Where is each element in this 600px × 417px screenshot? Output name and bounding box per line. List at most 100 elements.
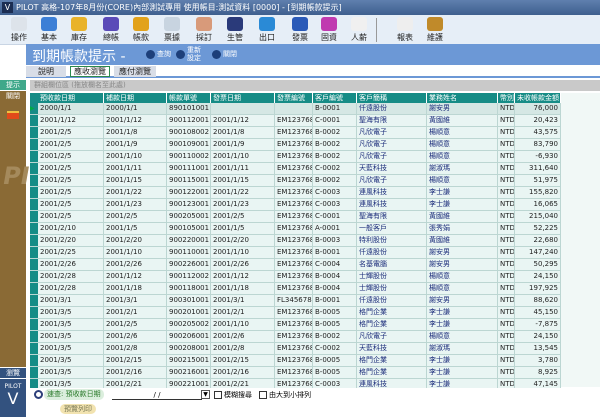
table-cell: NTD bbox=[500, 211, 515, 222]
table-cell: 2001/2/26 bbox=[211, 259, 275, 270]
toolbar-button-12[interactable]: 報表 bbox=[390, 17, 420, 43]
table-cell: 900226001 bbox=[169, 259, 211, 270]
row-indicator[interactable] bbox=[30, 259, 38, 270]
sidebar-close[interactable]: 關閉 bbox=[0, 91, 26, 101]
toolbar-button-3[interactable]: 總帳 bbox=[96, 17, 126, 43]
tab-receivable[interactable]: 應收瀏覽 bbox=[70, 66, 110, 77]
table-row[interactable]: 2001/2/26 2001/2/26 900226001 2001/2/26 EM12… bbox=[30, 259, 561, 271]
toolbar-button-0[interactable]: 操作 bbox=[4, 17, 34, 43]
table-row[interactable]: 2001/1/12 2001/1/12 900112001 2001/1/12 EM12… bbox=[30, 115, 561, 127]
table-cell: 2001/2/5 bbox=[104, 211, 167, 222]
table-row[interactable]: 2001/3/5 2001/2/6 900206001 2001/2/6 EM12376… bbox=[30, 331, 561, 343]
row-indicator[interactable] bbox=[30, 211, 38, 222]
toolbar-button-11[interactable]: 人薪 bbox=[344, 17, 374, 43]
table-row[interactable]: 2001/3/1 2001/3/1 900301001 2001/3/1 FL34567… bbox=[30, 295, 561, 307]
column-header[interactable]: 發票編號 bbox=[275, 93, 313, 103]
row-indicator[interactable] bbox=[30, 307, 38, 318]
row-indicator[interactable] bbox=[30, 283, 38, 294]
table-cell: 2001/1/10 bbox=[211, 151, 275, 162]
row-indicator[interactable] bbox=[30, 115, 38, 126]
column-header[interactable]: 補款日期 bbox=[104, 93, 167, 103]
tab-description[interactable]: 說明 bbox=[26, 66, 66, 77]
table-cell: 2001/2/5 bbox=[104, 319, 167, 330]
table-cell: EM12376803 bbox=[275, 139, 313, 150]
query-button[interactable]: 查詢 bbox=[146, 49, 171, 59]
column-header[interactable]: 發票日期 bbox=[211, 93, 275, 103]
dropdown-button[interactable]: ▼ bbox=[201, 390, 210, 399]
row-indicator[interactable] bbox=[30, 319, 38, 330]
table-row[interactable]: 2001/3/5 2001/2/5 900205002 2001/1/10 EM1237… bbox=[30, 319, 561, 331]
row-indicator[interactable] bbox=[30, 355, 38, 366]
row-indicator[interactable] bbox=[30, 175, 38, 186]
table-row[interactable]: 2001/2/25 2001/1/10 900110001 2001/1/10 EM12… bbox=[30, 247, 561, 259]
date-input[interactable]: / / bbox=[112, 390, 202, 400]
sidebar-hint[interactable]: 提示 bbox=[0, 80, 26, 90]
row-indicator[interactable] bbox=[30, 93, 38, 103]
column-header[interactable]: 帳款單號 bbox=[167, 93, 211, 103]
sidebar-browse[interactable]: 瀏覽 bbox=[0, 368, 26, 378]
table-header[interactable]: 預收款日期 補款日期 帳款單號 發票日期 發票編號 客戶編號 客戶簡稱 業務姓名 幣別 未收帳款金… bbox=[30, 93, 561, 103]
toolbar-button-2[interactable]: 庫存 bbox=[64, 17, 94, 43]
table-row[interactable]: 2001/2/10 2001/1/5 900105001 2001/1/5 EM1237… bbox=[30, 223, 561, 235]
column-header[interactable]: 客戶編號 bbox=[313, 93, 357, 103]
table-row[interactable]: 2001/3/5 2001/2/8 900208001 2001/2/8 EM12376… bbox=[30, 343, 561, 355]
row-indicator[interactable] bbox=[30, 151, 38, 162]
tab-payable[interactable]: 應付瀏覽 bbox=[114, 66, 156, 77]
fuzzy-search-checkbox[interactable]: 模糊搜尋 bbox=[214, 390, 252, 400]
column-header[interactable]: 幣別 bbox=[498, 93, 515, 103]
row-indicator[interactable] bbox=[30, 127, 38, 138]
toolbar-button-7[interactable]: 生管 bbox=[220, 17, 250, 43]
row-indicator[interactable] bbox=[30, 271, 38, 282]
row-indicator[interactable] bbox=[30, 295, 38, 306]
table-cell: 2001/2/20 bbox=[211, 235, 275, 246]
toolbar-button-10[interactable]: 固資 bbox=[314, 17, 344, 43]
row-indicator[interactable] bbox=[30, 247, 38, 258]
column-header[interactable]: 未收帳款金額 bbox=[515, 93, 561, 103]
table-row[interactable]: 2001/2/28 2001/1/18 900118001 2001/1/18 EM12… bbox=[30, 283, 561, 295]
row-indicator[interactable] bbox=[30, 187, 38, 198]
close-button[interactable]: 關閉 bbox=[212, 49, 237, 59]
table-row[interactable]: 2001/2/5 2001/1/9 900109001 2001/1/9 EM12376… bbox=[30, 139, 561, 151]
search-icon[interactable] bbox=[34, 390, 43, 399]
table-cell: 聖海有限 bbox=[357, 211, 427, 222]
table-row[interactable]: 2001/2/5 2001/1/15 900115001 2001/1/15 EM123… bbox=[30, 175, 561, 187]
toolbar-button-13[interactable]: 維護 bbox=[420, 17, 450, 43]
table-cell: NTD bbox=[500, 307, 515, 318]
table-row[interactable]: 2001/3/5 2001/2/16 900216001 2001/2/16 EM123… bbox=[30, 367, 561, 379]
toolbar-button-5[interactable]: 票據 bbox=[157, 17, 187, 43]
table-row[interactable]: 2001/2/5 2001/1/23 900123001 2001/1/23 EM123… bbox=[30, 199, 561, 211]
print-preview-button[interactable]: 預覽列印 bbox=[60, 404, 96, 414]
toolbar-button-9[interactable]: 發票 bbox=[285, 17, 315, 43]
table-row[interactable]: ▶ 2000/1/1 2000/1/1 890101001 B-0001 仟遠股份 謝安男 N… bbox=[30, 103, 561, 115]
table-row[interactable]: 2001/2/5 2001/1/10 900110002 2001/1/10 EM123… bbox=[30, 151, 561, 163]
row-indicator[interactable] bbox=[30, 223, 38, 234]
row-indicator[interactable] bbox=[30, 163, 38, 174]
table-row[interactable]: 2001/2/5 2001/2/5 900205001 2001/2/5 EM12376… bbox=[30, 211, 561, 223]
row-indicator[interactable]: ▶ bbox=[30, 103, 38, 114]
table-row[interactable]: 2001/2/28 2001/1/12 900112002 2001/1/12 EM12… bbox=[30, 271, 561, 283]
reset-button[interactable]: 重新設定 bbox=[176, 46, 208, 62]
table-row[interactable]: 2001/2/5 2001/1/11 900111001 2001/1/11 EM123… bbox=[30, 163, 561, 175]
toolbar-button-1[interactable]: 基本 bbox=[34, 17, 64, 43]
toolbar-button-6[interactable]: 採訂 bbox=[189, 17, 219, 43]
table-row[interactable]: 2001/2/5 2001/1/8 900108002 2001/1/8 EM12376… bbox=[30, 127, 561, 139]
table-row[interactable]: 2001/2/5 2001/1/22 900122001 2001/1/22 EM123… bbox=[30, 187, 561, 199]
row-indicator[interactable] bbox=[30, 343, 38, 354]
table-row[interactable]: 2001/2/20 2001/2/20 900220001 2001/2/20 EM12… bbox=[30, 235, 561, 247]
descending-checkbox[interactable]: 由大到小排列 bbox=[259, 390, 311, 400]
table-cell: 900205001 bbox=[169, 211, 211, 222]
toolbar-button-8[interactable]: 出口 bbox=[252, 17, 282, 43]
row-indicator[interactable] bbox=[30, 139, 38, 150]
row-indicator[interactable] bbox=[30, 331, 38, 342]
row-indicator[interactable] bbox=[30, 235, 38, 246]
column-header[interactable]: 預收款日期 bbox=[38, 93, 104, 103]
group-panel[interactable]: 群組欄位區 (拖放欄名至此處) bbox=[30, 80, 600, 91]
table-row[interactable]: 2001/3/5 2001/2/15 900215001 2001/2/15 EM123… bbox=[30, 355, 561, 367]
column-header[interactable]: 業務姓名 bbox=[427, 93, 498, 103]
table-cell: B-0002 bbox=[313, 151, 357, 162]
row-indicator[interactable] bbox=[30, 199, 38, 210]
toolbar-button-4[interactable]: 帳款 bbox=[126, 17, 156, 43]
table-row[interactable]: 2001/3/5 2001/2/1 900201001 2001/2/1 EM12376… bbox=[30, 307, 561, 319]
column-header[interactable]: 客戶簡稱 bbox=[357, 93, 427, 103]
row-indicator[interactable] bbox=[30, 367, 38, 378]
